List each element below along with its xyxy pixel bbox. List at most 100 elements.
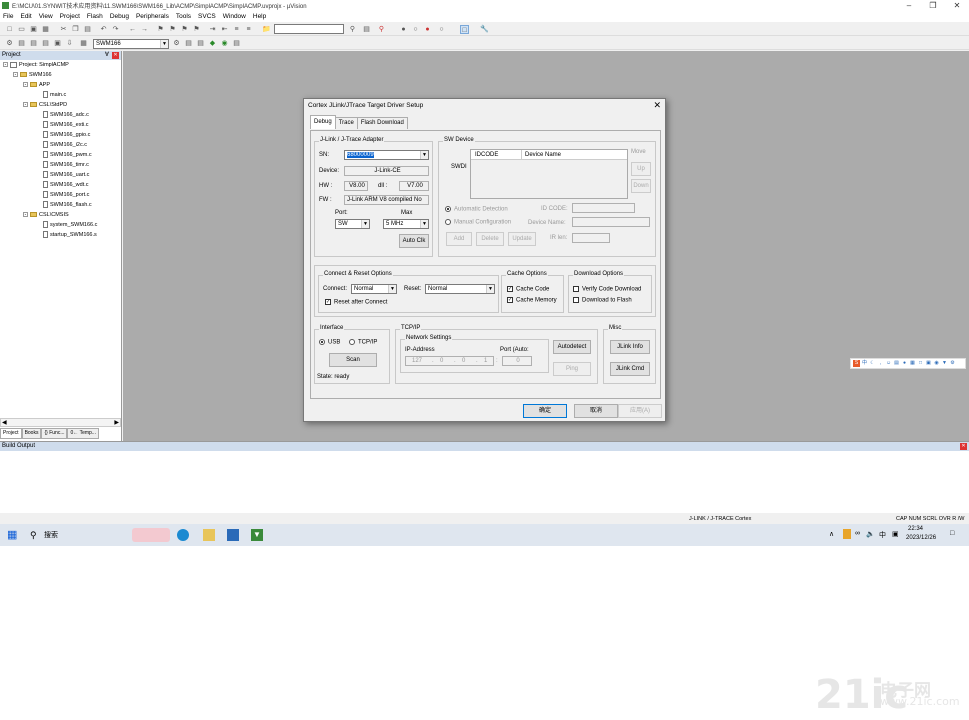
tree-file[interactable]: startup_SWM166.s (0, 230, 121, 240)
tree-file[interactable]: SWM166_adc.c (0, 110, 121, 120)
jlink-info-button[interactable]: JLink Info (610, 340, 650, 354)
notification-icon[interactable]: □ (950, 530, 954, 537)
add-button[interactable]: Add (446, 232, 472, 246)
collapse-icon[interactable]: - (23, 212, 28, 218)
ok-button[interactable]: 确定 (523, 404, 567, 418)
tree-file[interactable]: SWM166_exti.c (0, 120, 121, 130)
find-input[interactable] (274, 24, 344, 34)
batch-build-icon[interactable]: ▤ (41, 39, 50, 48)
ime-chinese-icon[interactable]: 中 (861, 360, 868, 367)
tab-functions[interactable]: {} Func... (41, 428, 68, 439)
port-input[interactable]: 0 (502, 356, 532, 366)
unindent-icon[interactable]: ⇤ (220, 25, 229, 34)
auto-clk-button[interactable]: Auto Clk (399, 234, 429, 248)
apply-button[interactable]: 应用(A) (618, 404, 662, 418)
horizontal-scrollbar[interactable]: ◀ ▶ (0, 418, 121, 427)
tab-project[interactable]: Project (0, 428, 22, 439)
ime-video-icon[interactable]: ▣ (925, 360, 932, 367)
tcpip-radio[interactable]: TCP/IP (349, 339, 377, 346)
select-packs-icon[interactable]: ▤ (232, 39, 241, 48)
menu-debug[interactable]: Debug (110, 13, 129, 20)
ime-voice-icon[interactable]: ● (901, 360, 908, 367)
ime-moon-icon[interactable]: ☾ (869, 360, 876, 367)
nav-forward-icon[interactable]: → (140, 25, 149, 34)
clock-time[interactable]: 22:34 (908, 526, 923, 532)
save-icon[interactable]: ▣ (29, 25, 38, 34)
tab-flash-download[interactable]: Flash Download (356, 117, 408, 129)
find-icon[interactable]: ⚲ (348, 25, 357, 34)
collapse-icon[interactable]: - (23, 82, 28, 88)
tab-books[interactable]: Books (21, 428, 42, 439)
jlink-cmd-button[interactable]: JLink Cmd (610, 362, 650, 376)
pin-icon[interactable]: ∀ (105, 51, 109, 60)
tree-file[interactable]: SWM166_gpio.c (0, 130, 121, 140)
tree-file[interactable]: SWM166_wdt.c (0, 180, 121, 190)
idcode-input[interactable] (572, 203, 635, 213)
volume-icon[interactable]: 🔈 (866, 530, 875, 538)
download-icon[interactable]: ⇩ (65, 39, 74, 48)
manage-rte-icon[interactable]: ◉ (220, 39, 229, 48)
tray-bluetooth-icon[interactable]: ∞ (855, 530, 860, 537)
tree-file[interactable]: main.c (0, 90, 121, 100)
ime-emoji-icon[interactable]: ☺ (885, 360, 892, 367)
tree-file[interactable]: system_SWM166.c (0, 220, 121, 230)
copy-icon[interactable]: ❐ (71, 25, 80, 34)
device-name-input[interactable] (572, 217, 650, 227)
ip-address-input[interactable]: 127. 0. 0. 1 (405, 356, 494, 366)
file-explorer-icon[interactable] (203, 529, 215, 541)
stop-build-icon[interactable]: ▣ (53, 39, 62, 48)
uncomment-icon[interactable]: ≡ (244, 25, 253, 34)
promo-widget-icon[interactable] (132, 528, 170, 542)
cache-code-checkbox[interactable]: ✓ Cache Code (507, 286, 549, 293)
tray-shield-icon[interactable] (843, 529, 851, 539)
breakpoint-icon[interactable]: ● (399, 25, 408, 34)
tree-file[interactable]: SWM166_flash.c (0, 200, 121, 210)
tree-group[interactable]: - CSL\StdPD (0, 100, 121, 110)
menu-file[interactable]: File (3, 13, 13, 20)
target-options-icon[interactable]: ▦ (79, 39, 88, 48)
file-extensions-icon[interactable]: ▤ (196, 39, 205, 48)
dialog-close-icon[interactable]: ✕ (653, 100, 661, 111)
target-select[interactable]: SWM166 ▼ (93, 39, 169, 49)
tree-file[interactable]: SWM166_i2c.c (0, 140, 121, 150)
nav-back-icon[interactable]: ← (128, 25, 137, 34)
tree-file[interactable]: SWM166_pwm.c (0, 150, 121, 160)
tab-debug[interactable]: Debug (310, 115, 336, 129)
menu-view[interactable]: View (39, 13, 53, 20)
search-icon[interactable]: ⚲ (30, 529, 42, 541)
redo-icon[interactable]: ↷ (111, 25, 120, 34)
tree-file[interactable]: SWM166_timr.c (0, 160, 121, 170)
new-file-icon[interactable]: □ (5, 25, 14, 34)
port-select[interactable]: SW ▼ (335, 219, 370, 229)
menu-flash[interactable]: Flash (87, 13, 103, 20)
keil-icon[interactable]: ▼ (251, 529, 263, 541)
reset-after-connect-checkbox[interactable]: ✓ Reset after Connect (325, 299, 387, 306)
download-to-flash-checkbox[interactable]: Download to Flash (573, 297, 632, 304)
minimize-button[interactable]: – (897, 0, 921, 11)
collapse-icon[interactable]: - (13, 72, 18, 78)
max-clock-select[interactable]: 5 MHz ▼ (383, 219, 429, 229)
sw-device-table[interactable]: IDCODE Device Name (470, 149, 628, 199)
irlen-input[interactable] (572, 233, 610, 243)
open-icon[interactable]: ▭ (17, 25, 26, 34)
menu-edit[interactable]: Edit (20, 13, 31, 20)
rebuild-icon[interactable]: ▤ (29, 39, 38, 48)
verify-code-download-checkbox[interactable]: Verify Code Download (573, 286, 641, 293)
edge-icon[interactable] (177, 529, 189, 541)
windows-start-icon[interactable]: ▦ (7, 529, 19, 541)
tree-target[interactable]: - SWM166 (0, 70, 121, 80)
tab-trace[interactable]: Trace (334, 117, 358, 129)
menu-svcs[interactable]: SVCS (198, 13, 216, 20)
bookmark-icon[interactable]: ⚑ (156, 25, 165, 34)
manual-configuration-radio[interactable]: Manual Configuration (445, 219, 511, 226)
menu-peripherals[interactable]: Peripherals (136, 13, 169, 20)
autodetect-button[interactable]: Autodetect (553, 340, 591, 354)
panel-close-icon[interactable]: ✕ (112, 52, 119, 59)
breakpoint-clear-icon[interactable]: ○ (437, 25, 446, 34)
bookmark-next-icon[interactable]: ⚑ (180, 25, 189, 34)
cache-memory-checkbox[interactable]: ✓ Cache Memory (507, 297, 557, 304)
ime-indicator[interactable]: 中 (879, 530, 886, 540)
ime-tools-icon[interactable]: ▦ (909, 360, 916, 367)
indent-icon[interactable]: ⇥ (208, 25, 217, 34)
reset-select[interactable]: Normal ▼ (425, 284, 495, 294)
